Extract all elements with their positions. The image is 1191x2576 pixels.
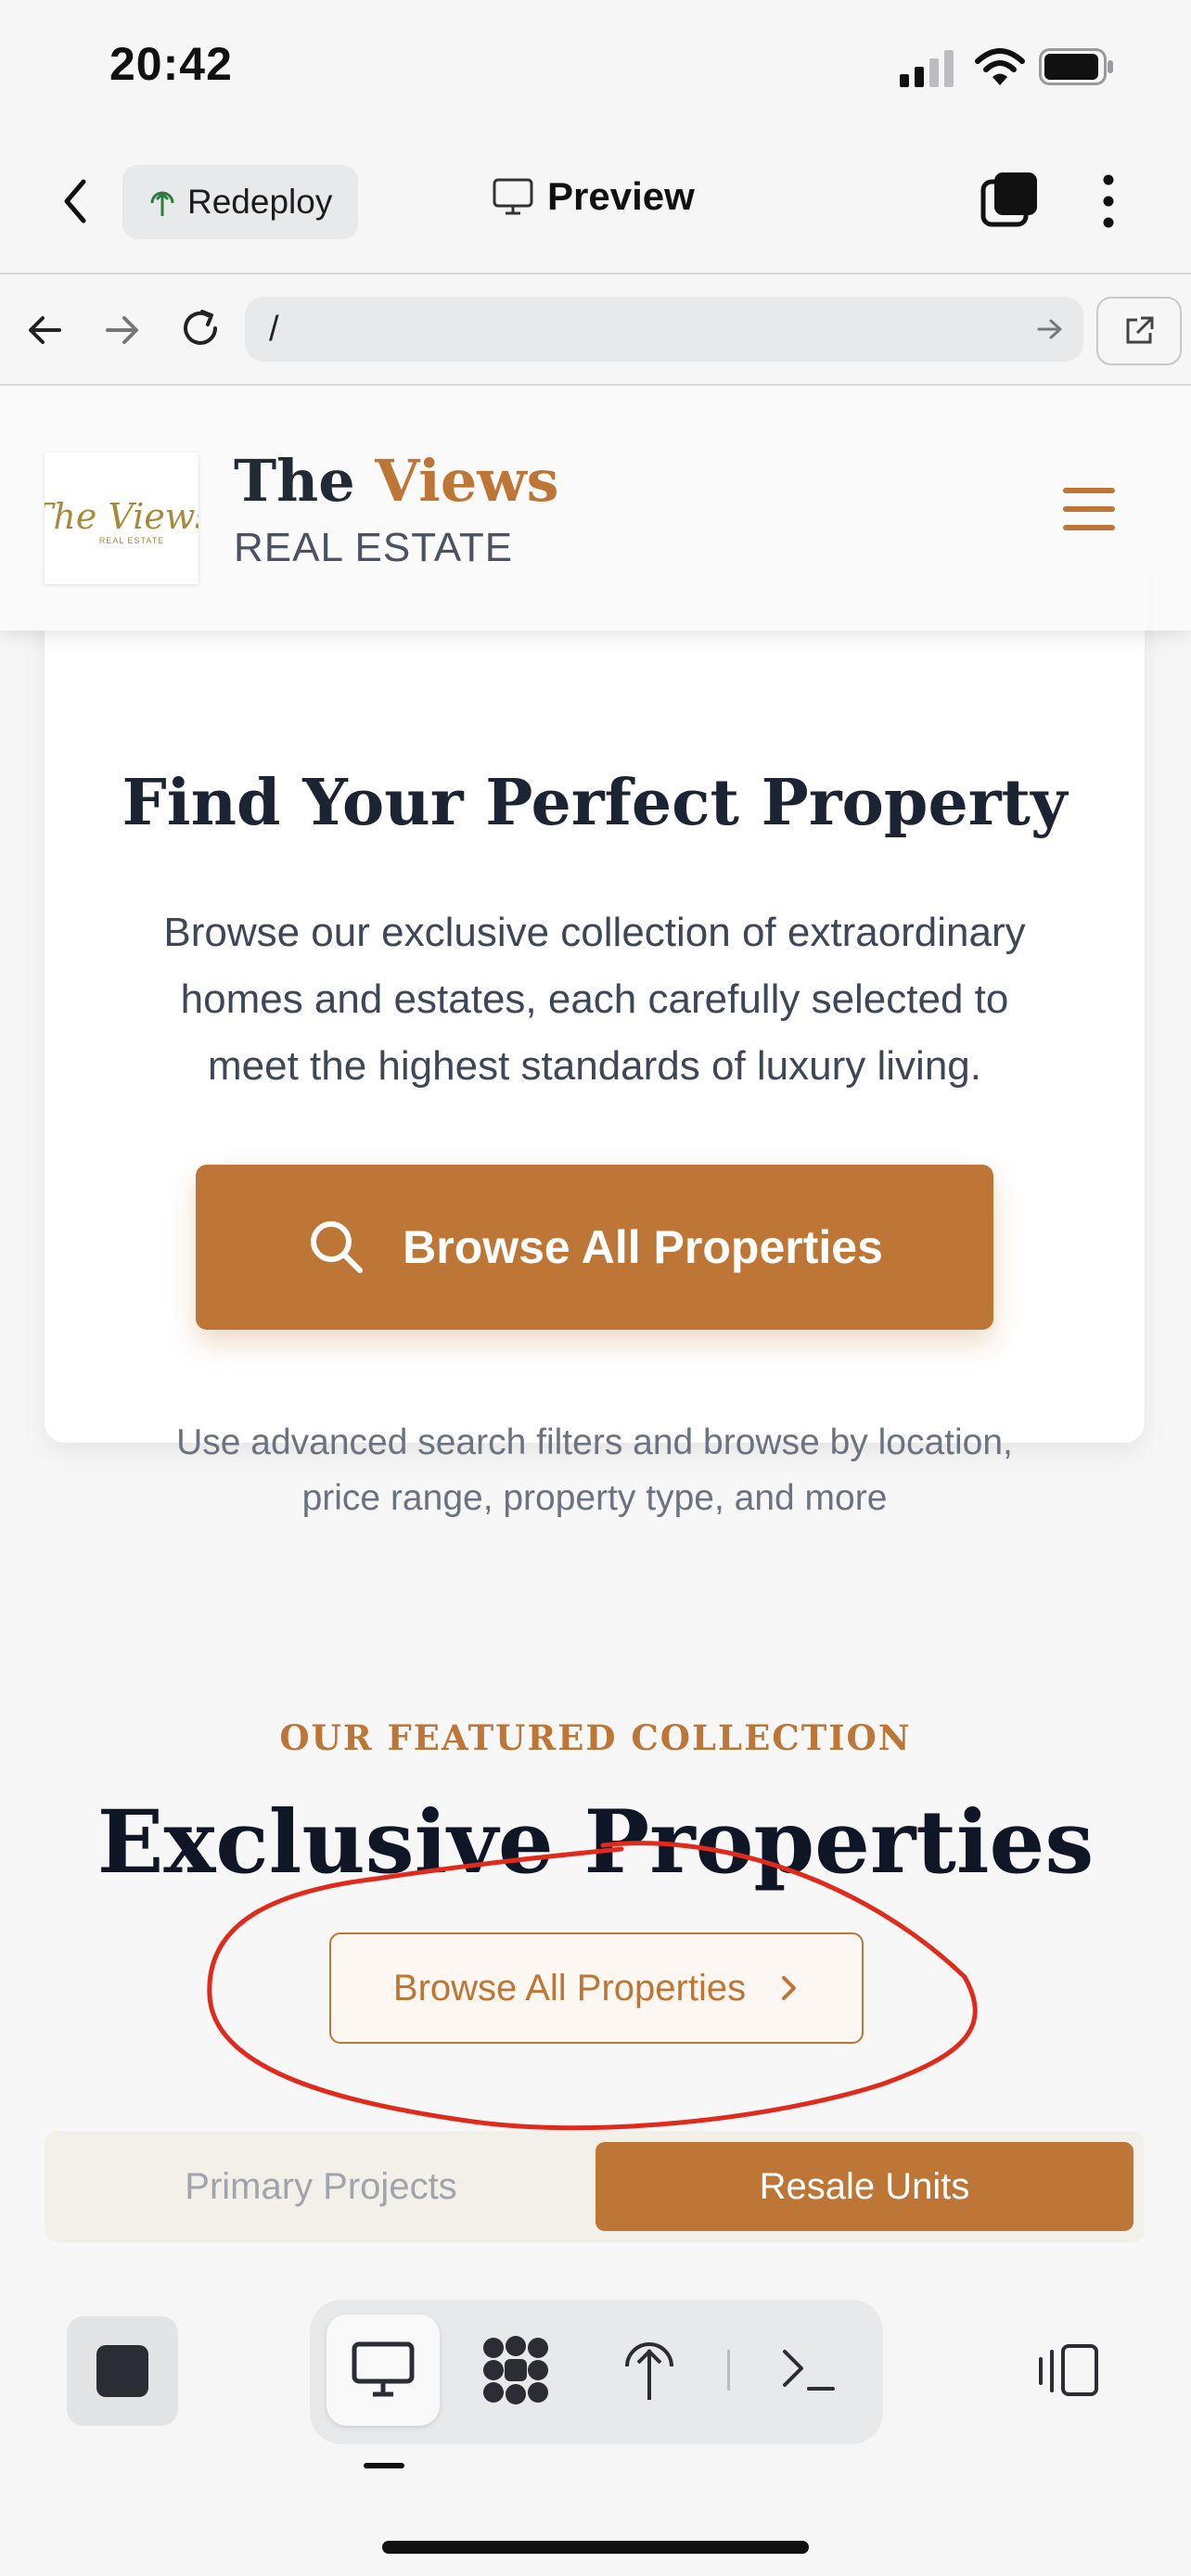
redeploy-label: Redeploy bbox=[187, 183, 333, 221]
preview-title: Preview bbox=[492, 174, 695, 219]
redeploy-icon bbox=[150, 191, 174, 216]
tab-resale-units[interactable]: Resale Units bbox=[596, 2142, 1133, 2231]
deploy-icon[interactable] bbox=[621, 2337, 677, 2404]
property-tabs: Primary Projects Resale Units bbox=[45, 2131, 1145, 2242]
url-text: / bbox=[269, 310, 279, 349]
status-time: 20:42 bbox=[109, 38, 233, 90]
terminal-icon[interactable] bbox=[779, 2344, 837, 2394]
status-bar: 20:42 bbox=[0, 0, 1191, 139]
active-indicator bbox=[364, 2463, 404, 2468]
stop-button[interactable] bbox=[67, 2316, 178, 2426]
site-header: The Views REAL ESTATE The Views REAL EST… bbox=[0, 386, 1191, 631]
signal-icon bbox=[900, 50, 954, 87]
monitor-icon bbox=[493, 178, 533, 215]
browse-all-properties-button[interactable]: Browse All Properties bbox=[196, 1165, 993, 1330]
nav-back-icon[interactable] bbox=[26, 312, 63, 349]
reload-icon[interactable] bbox=[180, 308, 223, 351]
logo-small: REAL ESTATE bbox=[99, 536, 164, 545]
url-bar[interactable]: / bbox=[245, 297, 1083, 362]
battery-icon bbox=[1039, 48, 1113, 85]
preview-label: Preview bbox=[547, 174, 695, 218]
browse-all-properties-label: Browse All Properties bbox=[403, 1221, 883, 1273]
hero-title: Find Your Perfect Property bbox=[122, 766, 1068, 840]
hero-card: Find Your Perfect Property Browse our ex… bbox=[45, 543, 1145, 1518]
home-indicator bbox=[382, 2541, 809, 2554]
brand-name: The Views bbox=[234, 447, 559, 515]
logo-mark: The Views REAL ESTATE bbox=[30, 496, 213, 545]
menu-icon[interactable] bbox=[1063, 488, 1119, 534]
annotation-circle bbox=[207, 1841, 978, 2131]
open-external-button[interactable] bbox=[1096, 297, 1182, 365]
device-icon[interactable] bbox=[1035, 2342, 1102, 2398]
open-external-icon bbox=[1126, 316, 1154, 344]
brand-accent: Views bbox=[375, 447, 559, 515]
brand-subtitle: REAL ESTATE bbox=[234, 525, 514, 570]
go-arrow-icon[interactable] bbox=[1037, 317, 1063, 341]
section-kicker: OUR FEATURED COLLECTION bbox=[279, 1717, 912, 1758]
more-icon[interactable] bbox=[1095, 172, 1122, 230]
search-icon bbox=[311, 1221, 364, 1273]
stop-icon bbox=[96, 2345, 148, 2397]
tabs-icon[interactable] bbox=[980, 171, 1039, 230]
tab-primary-projects[interactable]: Primary Projects bbox=[45, 2131, 597, 2242]
redeploy-button[interactable]: Redeploy bbox=[122, 165, 358, 239]
grid-icon[interactable] bbox=[480, 2335, 551, 2405]
back-icon[interactable] bbox=[61, 178, 89, 224]
desktop-icon[interactable] bbox=[351, 2340, 416, 2398]
web-preview: Find Your Perfect Property Browse our ex… bbox=[0, 386, 1191, 2261]
hero-description: Browse our exclusive collection of extra… bbox=[163, 910, 1026, 1089]
wifi-icon bbox=[975, 48, 1025, 85]
brand-prefix: The bbox=[234, 447, 355, 515]
logo-script: The Views bbox=[45, 496, 198, 537]
nav-forward-icon[interactable] bbox=[104, 312, 141, 349]
hero-note: Use advanced search filters and browse b… bbox=[176, 1422, 1013, 1518]
view-switcher-divider bbox=[727, 2350, 730, 2391]
site-logo[interactable]: The Views REAL ESTATE bbox=[30, 453, 213, 584]
